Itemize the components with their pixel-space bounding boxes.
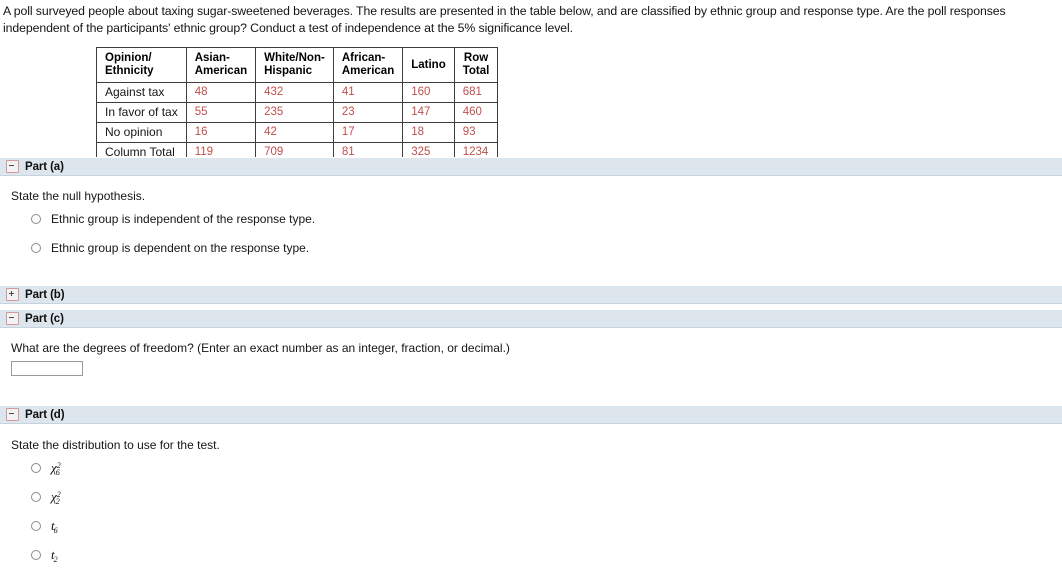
cell-value: 55 [185, 102, 257, 123]
header-line-2: Hispanic [264, 65, 313, 77]
part-c-question: What are the degrees of freedom? (Enter … [11, 341, 510, 355]
choice-label: Ethnic group is independent of the respo… [51, 212, 316, 226]
cell-value: 48 [185, 82, 257, 103]
radio-button[interactable] [31, 521, 41, 531]
cell-value: 16 [185, 122, 257, 143]
cell-value: 17 [332, 122, 404, 143]
part-a-choice-0[interactable]: Ethnic group is independent of the respo… [0, 203, 1062, 226]
table-header-asian-american: Asian- American [185, 47, 257, 83]
choice-label: χ22 [51, 489, 65, 506]
part-d-question: State the distribution to use for the te… [11, 438, 220, 452]
degrees-of-freedom-input[interactable] [11, 361, 83, 376]
table-body: Against tax 48 432 41 160 681 In favor o… [96, 82, 499, 163]
problem-statement: A poll surveyed people about taxing suga… [3, 4, 1006, 35]
contingency-table-container: Opinion/ Ethnicity Asian- American White… [0, 47, 1062, 163]
cell-value: 18 [402, 122, 455, 143]
radio-button[interactable] [31, 463, 41, 473]
radio-button[interactable] [31, 243, 41, 253]
table-row: In favor of tax 55 235 23 147 460 [96, 102, 499, 123]
cell-value: 23 [332, 102, 404, 123]
chi-square-df6-symbol: χ26 [51, 460, 61, 477]
row-label: In favor of tax [96, 102, 187, 123]
part-b-header[interactable]: Part (b) [0, 285, 1062, 304]
part-a-question: State the null hypothesis. [11, 189, 146, 203]
radio-button[interactable] [31, 492, 41, 502]
table-header-african-american: African- American [332, 47, 404, 83]
header-line-1: African- [341, 52, 386, 64]
part-d-body: State the distribution to use for the te… [0, 425, 1062, 564]
minus-box-icon[interactable] [6, 160, 19, 173]
header-line-2: American [341, 65, 395, 77]
cell-value: 93 [453, 122, 499, 143]
table-header-row-total: Row Total [453, 47, 499, 83]
choice-label: t6 [51, 518, 59, 535]
row-label: No opinion [96, 122, 187, 143]
table-header: Opinion/ Ethnicity Asian- American White… [96, 47, 499, 83]
header-line-2: American [194, 65, 248, 77]
choice-label: t2 [51, 547, 59, 564]
table-header-row: Opinion/ Ethnicity Asian- American White… [96, 47, 499, 83]
minus-box-icon[interactable] [6, 408, 19, 421]
part-d-label: Part (d) [25, 408, 65, 421]
radio-button[interactable] [31, 214, 41, 224]
part-d-choice-2[interactable]: t6 [0, 504, 1062, 535]
header-line-2: Ethnicity [105, 65, 154, 77]
part-d-choice-1[interactable]: χ22 [0, 475, 1062, 506]
header-line-1: White/Non- [264, 52, 325, 64]
minus-box-icon[interactable] [6, 312, 19, 325]
table-header-white-non-hispanic: White/Non- Hispanic [255, 47, 334, 83]
part-a-header[interactable]: Part (a) [0, 157, 1062, 176]
cell-value: 681 [453, 82, 499, 103]
cell-value: 147 [402, 102, 455, 123]
chi-square-df2-symbol: χ22 [51, 489, 61, 506]
header-line-1: Row [463, 52, 489, 64]
table-header-opinion-ethnicity: Opinion/ Ethnicity [96, 47, 187, 83]
part-a-choice-1[interactable]: Ethnic group is dependent on the respons… [0, 226, 1062, 255]
cell-value: 42 [255, 122, 334, 143]
t-distribution-df6-symbol: t6 [51, 518, 58, 535]
cell-value: 235 [255, 102, 334, 123]
table-header-latino: Latino [402, 47, 455, 83]
table-row: No opinion 16 42 17 18 93 [96, 122, 499, 143]
t-distribution-df2-symbol: t2 [51, 547, 58, 564]
part-c-label: Part (c) [25, 312, 64, 325]
table-row: Against tax 48 432 41 160 681 [96, 82, 499, 103]
header-line-2: Total [462, 65, 490, 77]
radio-button[interactable] [31, 550, 41, 560]
part-c-answer-container [0, 355, 1062, 376]
part-a-body: State the null hypothesis. Ethnic group … [0, 177, 1062, 255]
cell-value: 460 [453, 102, 499, 123]
part-a-label: Part (a) [25, 160, 64, 173]
cell-value: 160 [402, 82, 455, 103]
cell-value: 41 [332, 82, 404, 103]
choice-label: χ26 [51, 460, 65, 477]
part-d-choice-0[interactable]: χ26 [0, 452, 1062, 477]
plus-box-icon[interactable] [6, 288, 19, 301]
header-line-1: Latino [411, 58, 446, 71]
part-c-body: What are the degrees of freedom? (Enter … [0, 329, 1062, 376]
contingency-table: Opinion/ Ethnicity Asian- American White… [96, 47, 499, 163]
choice-label: Ethnic group is dependent on the respons… [51, 241, 310, 255]
part-d-choice-3[interactable]: t2 [0, 533, 1062, 564]
row-label: Against tax [96, 82, 187, 103]
header-line-1: Opinion/ [105, 52, 152, 64]
header-line-1: Asian- [194, 52, 230, 64]
part-c-header[interactable]: Part (c) [0, 309, 1062, 328]
part-d-header[interactable]: Part (d) [0, 405, 1062, 424]
cell-value: 432 [255, 82, 334, 103]
part-b-label: Part (b) [25, 288, 65, 301]
